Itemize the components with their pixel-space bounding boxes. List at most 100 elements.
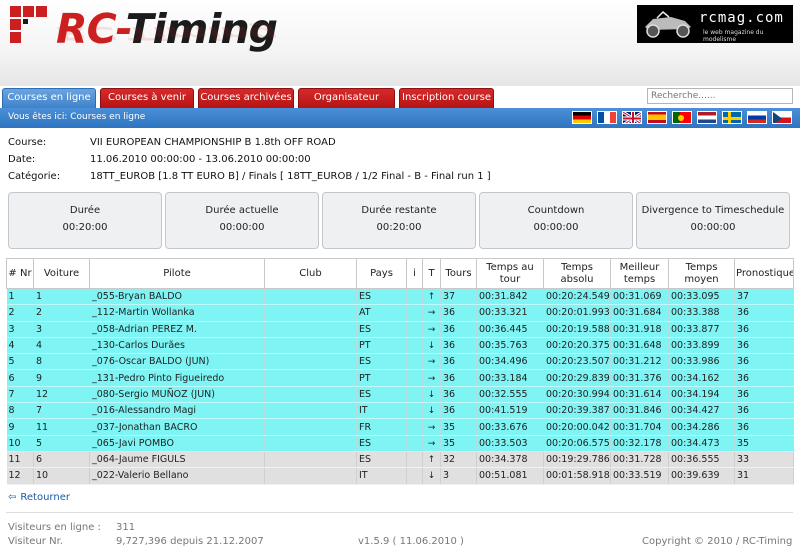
flag-se-icon[interactable] bbox=[722, 111, 742, 124]
flag-es-icon[interactable] bbox=[647, 111, 667, 124]
search-input[interactable] bbox=[647, 88, 793, 104]
box-title: Durée restante bbox=[361, 205, 437, 216]
col-header-pilote[interactable]: Pilote bbox=[89, 258, 265, 289]
flag-gb-icon[interactable] bbox=[622, 111, 642, 124]
table-row[interactable]: 3 3 _058-Adrian PEREZ M. ES → 36 00:36.445 00:2… bbox=[6, 321, 794, 338]
flag-fr-icon[interactable] bbox=[597, 111, 617, 124]
cell-car: 7 bbox=[33, 402, 90, 420]
cell-avg: 00:33.388 bbox=[668, 304, 735, 322]
tab-inscription-course[interactable]: Inscription course bbox=[399, 88, 494, 108]
flag-nl-icon[interactable] bbox=[697, 111, 717, 124]
tab-organisateur[interactable]: Organisateur bbox=[298, 88, 395, 108]
col-header-t[interactable]: T bbox=[422, 258, 441, 289]
flag-ru-icon[interactable] bbox=[747, 111, 767, 124]
box-value: 00:00:00 bbox=[533, 222, 579, 233]
table-row[interactable]: 4 4 _130-Carlos Durães PT ↓ 36 00:35.763 00:20:… bbox=[6, 337, 794, 355]
col-header-temps-absolu[interactable]: Temps absolu bbox=[543, 258, 611, 289]
col-header-meilleur-temps[interactable]: Meilleur temps bbox=[610, 258, 669, 289]
cell-lap-time: 00:34.378 bbox=[476, 451, 544, 469]
cell-avg: 00:36.555 bbox=[668, 451, 735, 469]
results-table: # Nr Voiture Pilote Club Pays i T Tours … bbox=[6, 258, 794, 485]
cell-driver: _058-Adrian PEREZ M. bbox=[89, 321, 265, 338]
box-title: Durée bbox=[69, 205, 101, 216]
cell-driver: _076-Oscar BALDO (JUN) bbox=[89, 353, 265, 371]
col-header-tours[interactable]: Tours bbox=[440, 258, 477, 289]
current-duration-box: Durée actuelle 00:00:00 bbox=[165, 192, 319, 249]
trend-down-icon: ↓ bbox=[427, 406, 436, 417]
rcmag-banner[interactable]: rcmag.com le web magazine du modelisme bbox=[637, 5, 793, 43]
table-row[interactable]: 9 11 _037-Jonathan BACRO FR → 35 00:33.676 00:2… bbox=[6, 418, 794, 436]
cell-pos: 11 bbox=[6, 451, 34, 469]
cell-club bbox=[264, 418, 357, 436]
flag-cz-icon[interactable] bbox=[772, 111, 792, 124]
cell-lap-time: 00:33.503 bbox=[476, 435, 544, 452]
flag-de-icon[interactable] bbox=[572, 111, 592, 124]
cell-info bbox=[406, 418, 423, 436]
cell-pos: 5 bbox=[6, 353, 34, 371]
table-row[interactable]: 10 5 _065-Javi POMBO ES → 35 00:33.503 00:20:06… bbox=[6, 435, 794, 452]
table-row[interactable]: 5 8 _076-Oscar BALDO (JUN) ES → 36 00:34.496 00… bbox=[6, 353, 794, 371]
table-row[interactable]: 11 6 _064-Jaume FIGULS ES ↑ 32 00:34.378 00:19:… bbox=[6, 451, 794, 469]
cell-prognosis: 36 bbox=[734, 418, 794, 436]
cell-trend: ↓ bbox=[422, 467, 441, 485]
cell-abs-time: 00:20:30.994 bbox=[543, 386, 611, 404]
cell-laps: 36 bbox=[440, 304, 477, 322]
cell-club bbox=[264, 304, 357, 322]
table-row[interactable]: 1 1 _055-Bryan BALDO ES ↑ 37 00:31.842 00:20:24… bbox=[6, 288, 794, 306]
cell-club bbox=[264, 386, 357, 404]
col-header-temps-moyen[interactable]: Temps moyen bbox=[668, 258, 735, 289]
table-row[interactable]: 8 7 _016-Alessandro Magi IT ↓ 36 00:41.519 00:2… bbox=[6, 402, 794, 420]
col-header-i[interactable]: i bbox=[406, 258, 423, 289]
cell-lap-time: 00:33.321 bbox=[476, 304, 544, 322]
box-value: 00:20:00 bbox=[376, 222, 422, 233]
table-row[interactable]: 12 10 _022-Valerio Bellano IT ↓ 3 00:51.081 00:… bbox=[6, 467, 794, 485]
cell-country: PT bbox=[356, 369, 407, 387]
flag-pt-icon[interactable] bbox=[672, 111, 692, 124]
trend-up-icon: ↑ bbox=[427, 292, 436, 303]
cell-best: 00:31.846 bbox=[610, 402, 669, 420]
cell-country: ES bbox=[356, 288, 407, 306]
cell-avg: 00:34.473 bbox=[668, 435, 735, 452]
cell-club bbox=[264, 402, 357, 420]
cell-driver: _022-Valerio Bellano bbox=[89, 467, 265, 485]
version-text: v1.5.9 ( 11.06.2010 ) bbox=[358, 536, 464, 547]
cell-best: 00:31.704 bbox=[610, 418, 669, 436]
cell-pos: 9 bbox=[6, 418, 34, 436]
cell-car: 5 bbox=[33, 435, 90, 452]
cell-driver: _065-Javi POMBO bbox=[89, 435, 265, 452]
back-link[interactable]: ⇦ Retourner bbox=[8, 492, 70, 503]
cell-info bbox=[406, 369, 423, 387]
visitors-nr-value: 9,727,396 depuis 21.12.2007 bbox=[116, 536, 264, 547]
cell-avg: 00:33.877 bbox=[668, 321, 735, 338]
cell-country: IT bbox=[356, 467, 407, 485]
cell-car: 2 bbox=[33, 304, 90, 322]
cell-info bbox=[406, 288, 423, 306]
tab-courses-a-venir[interactable]: Courses à venir bbox=[100, 88, 194, 108]
table-row[interactable]: 2 2 _112-Martin Wollanka AT → 36 00:33.321 00:2… bbox=[6, 304, 794, 322]
logo-reflection: RC-Timing bbox=[56, 22, 277, 44]
cell-club bbox=[264, 467, 357, 485]
tab-courses-en-ligne[interactable]: Courses en ligne bbox=[2, 88, 96, 109]
col-header-nr[interactable]: # Nr bbox=[6, 258, 34, 289]
col-header-club[interactable]: Club bbox=[264, 258, 357, 289]
category-info: Catégorie: 18TT_EUROB [1.8 TT EURO B] / … bbox=[8, 171, 788, 185]
cell-laps: 35 bbox=[440, 418, 477, 436]
cell-pos: 7 bbox=[6, 386, 34, 404]
col-header-temps-au-tour[interactable]: Temps au tour bbox=[476, 258, 544, 289]
table-row[interactable]: 6 9 _131-Pedro Pinto Figueiredo PT → 36 00:33.… bbox=[6, 369, 794, 387]
cell-country: AT bbox=[356, 304, 407, 322]
table-row[interactable]: 7 12 _080-Sergio MUÑOZ (JUN) ES ↓ 36 00:32.555… bbox=[6, 386, 794, 404]
col-header-pronostique[interactable]: Pronostique bbox=[734, 258, 794, 289]
cell-best: 00:31.648 bbox=[610, 337, 669, 355]
copyright-text: Copyright © 2010 / RC-Timing bbox=[642, 536, 793, 547]
cell-avg: 00:34.194 bbox=[668, 386, 735, 404]
cell-club bbox=[264, 337, 357, 355]
cell-country: ES bbox=[356, 451, 407, 469]
col-header-pays[interactable]: Pays bbox=[356, 258, 407, 289]
visitors-online-value: 311 bbox=[116, 522, 136, 533]
countdown-box: Countdown 00:00:00 bbox=[479, 192, 633, 249]
cell-pos: 3 bbox=[6, 321, 34, 338]
col-header-voiture[interactable]: Voiture bbox=[33, 258, 90, 289]
trend-right-icon: → bbox=[427, 357, 436, 368]
tab-courses-archivees[interactable]: Courses archivées bbox=[198, 88, 294, 108]
